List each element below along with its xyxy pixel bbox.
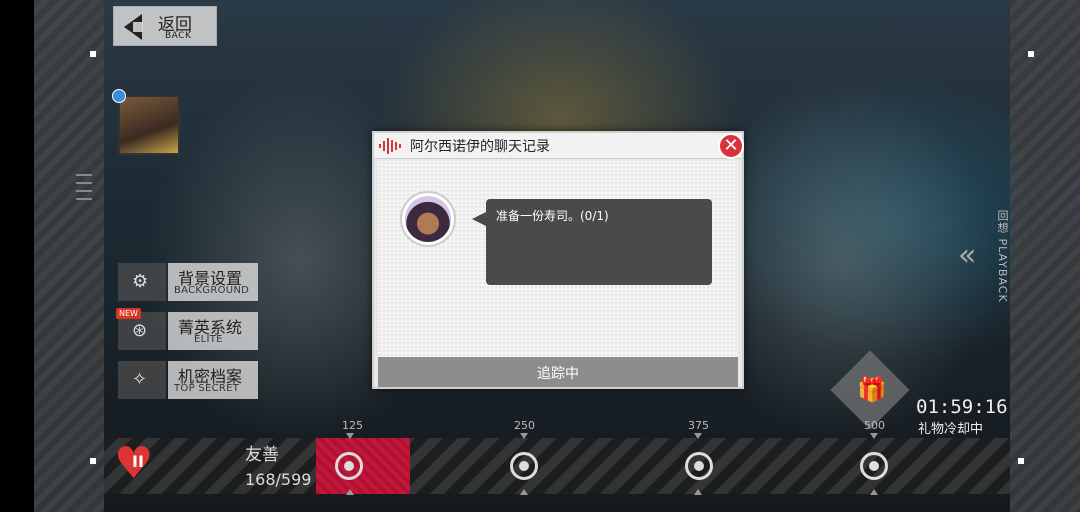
menu-elite-system[interactable]: ⊛ NEW 菁英系统 ELITE (116, 308, 258, 350)
frame-corner-marker (90, 458, 96, 464)
frame-corner-marker (1018, 458, 1024, 464)
affection-milestone: 375 (688, 419, 709, 432)
affection-level: II (132, 452, 144, 471)
decor-dash (76, 182, 92, 184)
character-portrait[interactable] (112, 89, 180, 155)
menu-sublabel: BACKGROUND (174, 285, 250, 296)
refresh-icon[interactable] (112, 89, 126, 103)
affection-status-label: 友善 (245, 445, 279, 465)
affection-milestone: 250 (514, 419, 535, 432)
file-icon: ✧ (118, 361, 166, 399)
milestone-arrow-icon (694, 433, 702, 439)
dialog-title: 阿尔西诺伊的聊天记录 (410, 139, 550, 155)
dialog-header: 阿尔西诺伊的聊天记录 (374, 133, 742, 159)
frame-corner-marker (1028, 51, 1034, 57)
affection-progress-fill (316, 438, 410, 494)
menu-label-box: 背景设置 BACKGROUND (168, 263, 258, 301)
frame-corner-marker (90, 51, 96, 57)
tracking-label: 追踪中 (537, 366, 579, 382)
gift-cooldown-timer: 01:59:16 (916, 396, 1008, 418)
chat-message-text: 准备一份寿司。(0/1) (496, 209, 609, 223)
screen-edge-left (0, 0, 34, 512)
right-side-panel (1010, 0, 1080, 512)
menu-sublabel: TOP SECRET (174, 383, 240, 394)
menu-label-box: 机密档案 TOP SECRET (168, 361, 258, 399)
chat-bubble: 准备一份寿司。(0/1) (486, 199, 712, 285)
milestone-reward-icon[interactable] (685, 452, 713, 480)
milestone-reward-icon[interactable] (510, 452, 538, 480)
milestone-arrow-icon (870, 489, 878, 495)
menu-label-box: 菁英系统 ELITE (168, 312, 258, 350)
chat-log-dialog: 阿尔西诺伊的聊天记录 ✕ 准备一份寿司。(0/1) 追踪中 (372, 131, 744, 389)
milestone-reward-icon[interactable] (335, 452, 363, 480)
milestone-arrow-icon (346, 433, 354, 439)
affection-value: 168/599 (245, 470, 312, 489)
back-arrow-icon (124, 14, 143, 40)
left-side-panel (34, 0, 104, 512)
milestone-arrow-icon (870, 433, 878, 439)
milestone-arrow-icon (346, 489, 354, 495)
new-badge: NEW (116, 308, 141, 319)
playback-label[interactable]: 回想 PLAYBACK (994, 210, 1010, 303)
gift-cooldown-label: 礼物冷却中 (918, 422, 984, 437)
affection-milestone: 500 (864, 419, 885, 432)
milestone-arrow-icon (520, 489, 528, 495)
decor-dash (76, 174, 92, 176)
sender-avatar (400, 191, 456, 247)
milestone-arrow-icon (694, 489, 702, 495)
close-button[interactable]: ✕ (718, 133, 744, 159)
decor-dash (76, 190, 92, 192)
affection-milestone: 125 (342, 419, 363, 432)
gear-icon: ⚙ (118, 263, 166, 301)
audio-wave-icon (379, 138, 401, 154)
milestone-arrow-icon (520, 433, 528, 439)
menu-top-secret[interactable]: ✧ 机密档案 TOP SECRET (118, 361, 258, 399)
back-button[interactable]: 返回 BACK (113, 6, 217, 46)
milestone-reward-icon[interactable] (860, 452, 888, 480)
menu-sublabel: ELITE (194, 334, 223, 345)
decor-dash (76, 198, 92, 200)
playback-chevron-icon[interactable]: « (958, 238, 976, 273)
back-button-sublabel: BACK (165, 31, 192, 41)
tracking-button[interactable]: 追踪中 (378, 357, 738, 387)
chat-message-area: 准备一份寿司。(0/1) (378, 161, 738, 357)
menu-background-settings[interactable]: ⚙ 背景设置 BACKGROUND (118, 263, 258, 301)
